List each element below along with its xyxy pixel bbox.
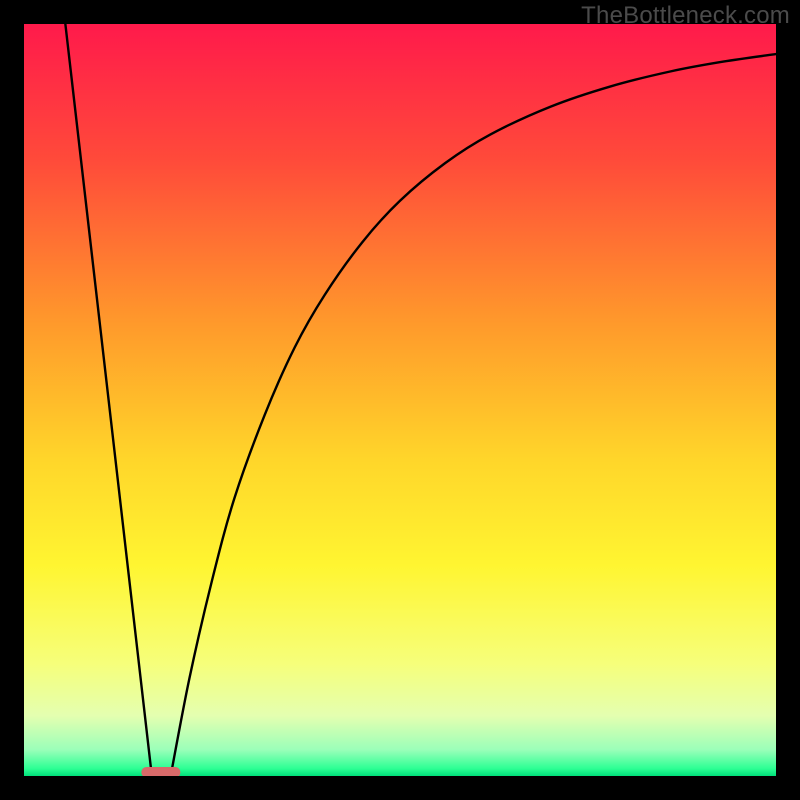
watermark-text: TheBottleneck.com bbox=[581, 2, 790, 30]
chart-curves bbox=[24, 24, 776, 776]
curve-left-branch bbox=[65, 24, 151, 776]
plot-frame bbox=[24, 24, 776, 776]
bottleneck-marker bbox=[141, 767, 180, 776]
curve-right-branch bbox=[171, 54, 776, 776]
